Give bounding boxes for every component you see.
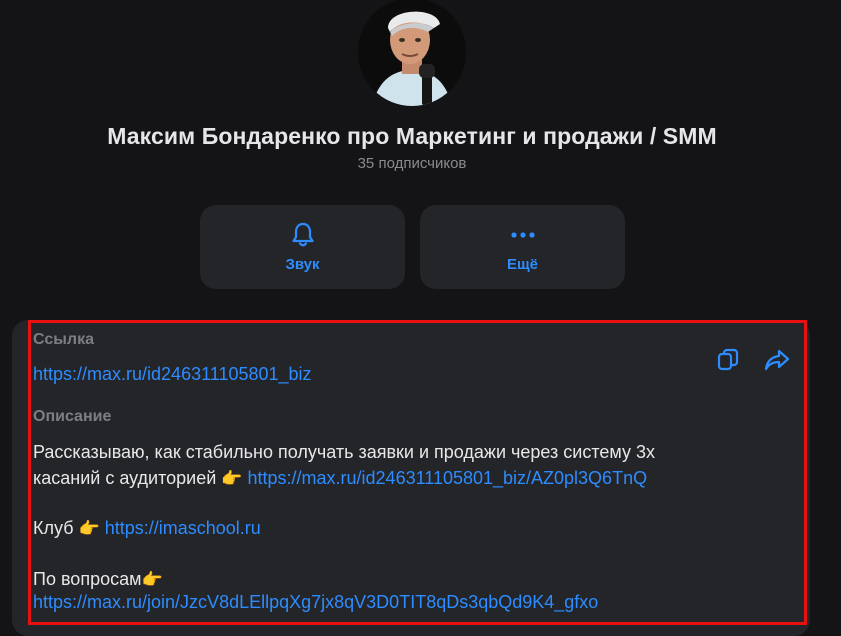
- more-dots-icon: [510, 222, 536, 248]
- more-button-label: Ещё: [506, 255, 538, 273]
- share-icon[interactable]: [764, 347, 790, 373]
- description-line-2-text: касаний с аудиторией: [33, 468, 217, 488]
- questions-link[interactable]: https://max.ru/join/JzcV8dLEllpqXg7jx8qV…: [33, 592, 598, 613]
- sound-button[interactable]: Звук: [200, 205, 405, 289]
- avatar-photo: [358, 0, 466, 106]
- pointing-hand-icon: 👉: [78, 519, 100, 538]
- pointing-hand-icon: 👉: [221, 469, 243, 488]
- channel-title: Максим Бондаренко про Маркетинг и продаж…: [107, 123, 717, 149]
- club-link[interactable]: https://imaschool.ru: [105, 518, 261, 538]
- more-button[interactable]: Ещё: [420, 205, 625, 289]
- club-text: Клуб: [33, 518, 74, 538]
- link-label: Ссылка: [33, 331, 94, 348]
- channel-profile-page: Максим Бондаренко про Маркетинг и продаж…: [0, 0, 841, 636]
- pointing-hand-icon: 👉: [141, 570, 163, 589]
- description-line-1: Рассказываю, как стабильно получать заяв…: [33, 442, 655, 462]
- copy-icon[interactable]: [715, 347, 741, 373]
- sound-button-label: Звук: [285, 255, 320, 273]
- description-label: Описание: [33, 408, 112, 425]
- questions-text: По вопросам: [33, 569, 142, 589]
- club-line: Клуб 👉 https://imaschool.ru: [33, 515, 261, 542]
- description-link[interactable]: https://max.ru/id246311105801_biz/AZ0pl3…: [248, 468, 648, 488]
- bell-icon: [291, 222, 315, 248]
- channel-link[interactable]: https://max.ru/id246311105801_biz: [33, 364, 312, 385]
- questions-line: По вопросам👉: [33, 566, 163, 593]
- channel-avatar[interactable]: [358, 0, 466, 106]
- subscriber-count: 35 подписчиков: [357, 155, 467, 172]
- description-line-2: касаний с аудиторией 👉 https://max.ru/id…: [33, 465, 647, 492]
